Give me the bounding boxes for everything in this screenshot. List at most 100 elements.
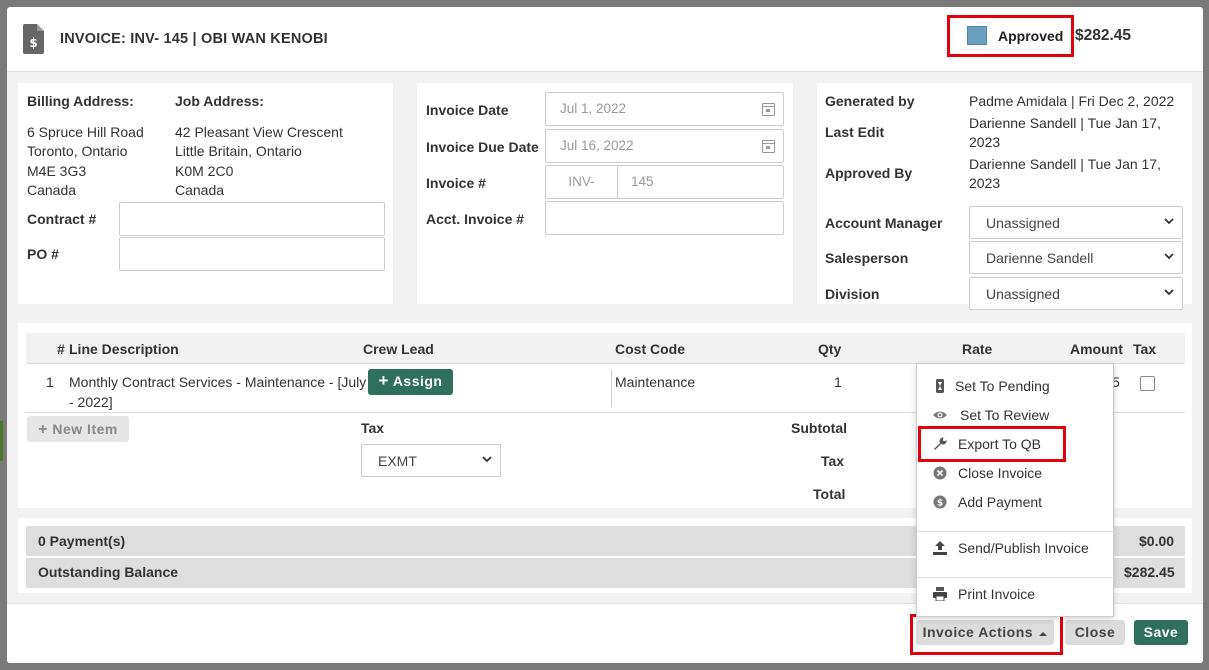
dollar-circle-icon: $ [933,495,947,509]
acct-invoice-label: Acct. Invoice # [426,211,525,227]
outstanding-value: $282.45 [1124,564,1175,580]
status-highlight [947,15,1074,57]
close-circle-icon [933,466,947,480]
page-title: INVOICE: INV- 145 | OBI WAN KENOBI [60,31,328,47]
billing-line: 6 Spruce Hill Road [27,124,144,140]
menu-item-label: Set To Pending [955,378,1050,394]
generated-by-value: Padme Amidala | Fri Dec 2, 2022 [969,93,1175,109]
col-header-tax: Tax [1133,341,1157,357]
chevron-down-icon [1164,289,1174,296]
acct-invoice-input[interactable] [545,201,784,235]
col-header-rate: Rate [962,341,993,357]
payments-value: $0.00 [1139,533,1175,549]
outstanding-label: Outstanding Balance [38,564,179,580]
assign-label: Assign [392,373,443,389]
row-qty: 1 [834,374,842,390]
menu-item-close-invoice[interactable]: Close Invoice [917,460,1114,488]
export-to-qb-highlight [918,426,1066,462]
col-header-amount: Amount [1070,341,1123,357]
row-cost-code: Maintenance [615,374,696,390]
last-edit-label: Last Edit [825,124,885,140]
invoice-date-value: Jul 1, 2022 [560,101,627,116]
col-header-qty: Qty [818,341,842,357]
account-manager-value: Unassigned [986,215,1060,231]
invoice-date-input[interactable]: Jul 1, 2022 [545,92,784,126]
menu-item-label: Close Invoice [958,465,1043,481]
tax-select[interactable]: EXMT [361,444,501,477]
row-description-line2: - 2022] [69,394,113,410]
close-button[interactable]: Close [1065,620,1125,645]
billing-address-label: Billing Address: [27,93,134,109]
menu-item-label: Set To Review [960,407,1050,423]
po-label: PO # [27,246,59,262]
division-select[interactable]: Unassigned [969,277,1183,310]
tax-checkbox[interactable] [1140,376,1155,391]
printer-icon [933,587,947,601]
menu-item-print-invoice[interactable]: Print Invoice [917,581,1114,609]
tax-total-label: Tax [821,453,845,469]
last-edit-value-line2: 2023 [969,134,1001,150]
invoice-actions-highlight [910,614,1063,655]
new-item-button[interactable]: + New Item [27,416,129,442]
row-description[interactable]: Monthly Contract Services - Maintenance … [69,374,366,390]
plus-icon: + [38,421,48,438]
account-manager-select[interactable]: Unassigned [969,206,1183,239]
contract-input[interactable] [119,202,385,236]
background-edge-tab [0,421,3,461]
invoice-total: $282.45 [1075,27,1132,44]
plus-icon: + [378,371,389,390]
chevron-down-icon [482,456,492,463]
menu-divider [917,577,1113,578]
assign-button[interactable]: + Assign [368,369,453,395]
contract-label: Contract # [27,211,97,227]
col-header-num: # [57,341,65,357]
invoice-date-label: Invoice Date [426,102,509,118]
invoice-number-input[interactable]: 145 [617,165,784,199]
billing-line: M4E 3G3 [27,163,87,179]
job-line: Canada [175,182,225,198]
menu-item-add-payment[interactable]: $ Add Payment [917,489,1114,517]
last-edit-value: Darienne Sandell | Tue Jan 17, [969,115,1161,131]
address-panel: Billing Address: 6 Spruce Hill Road Toro… [18,83,393,304]
col-header-description: Line Description [69,341,179,357]
due-date-value: Jul 16, 2022 [560,138,634,153]
save-button[interactable]: Save [1134,620,1188,645]
menu-item-label: Send/Publish Invoice [958,540,1089,556]
approved-by-value-line2: 2023 [969,175,1001,191]
col-header-crew-lead: Crew Lead [363,341,434,357]
due-date-label: Invoice Due Date [426,139,539,155]
salesperson-label: Salesperson [825,250,909,266]
total-label: Total [813,486,846,502]
job-address-label: Job Address: [175,93,264,109]
menu-item-label: Add Payment [958,494,1043,510]
approved-by-value: Darienne Sandell | Tue Jan 17, [969,156,1161,172]
invoice-number-label: Invoice # [426,175,486,191]
dates-panel: Invoice Date Jul 1, 2022 Invoice Due Dat… [417,83,793,304]
calendar-icon[interactable] [762,140,775,153]
invoice-doc-icon: $ [23,24,44,54]
due-date-input[interactable]: Jul 16, 2022 [545,129,784,163]
svg-text:$: $ [937,499,943,509]
job-line: Little Britain, Ontario [175,143,302,159]
invoice-actions-menu: Set To Pending Set To Review Export To Q… [916,363,1114,617]
menu-item-send-publish[interactable]: Send/Publish Invoice [917,535,1114,563]
job-line: K0M 2C0 [175,163,234,179]
salesperson-select[interactable]: Darienne Sandell [969,241,1183,274]
eye-icon [933,411,947,419]
menu-item-label: Print Invoice [958,586,1036,602]
billing-line: Canada [27,182,77,198]
job-line: 42 Pleasant View Crescent [175,124,343,140]
col-header-cost-code: Cost Code [615,341,685,357]
account-manager-label: Account Manager [825,215,943,231]
calendar-icon[interactable] [762,103,775,116]
menu-item-set-to-pending[interactable]: Set To Pending [917,373,1114,401]
menu-divider [917,531,1113,532]
po-input[interactable] [119,237,385,271]
svg-text:$: $ [29,36,37,50]
division-value: Unassigned [986,286,1060,302]
chevron-down-icon [1164,218,1174,225]
billing-line: Toronto, Ontario [27,143,128,159]
meta-panel: Generated by Padme Amidala | Fri Dec 2, … [817,83,1192,310]
column-divider [611,370,612,407]
salesperson-value: Darienne Sandell [986,250,1094,266]
